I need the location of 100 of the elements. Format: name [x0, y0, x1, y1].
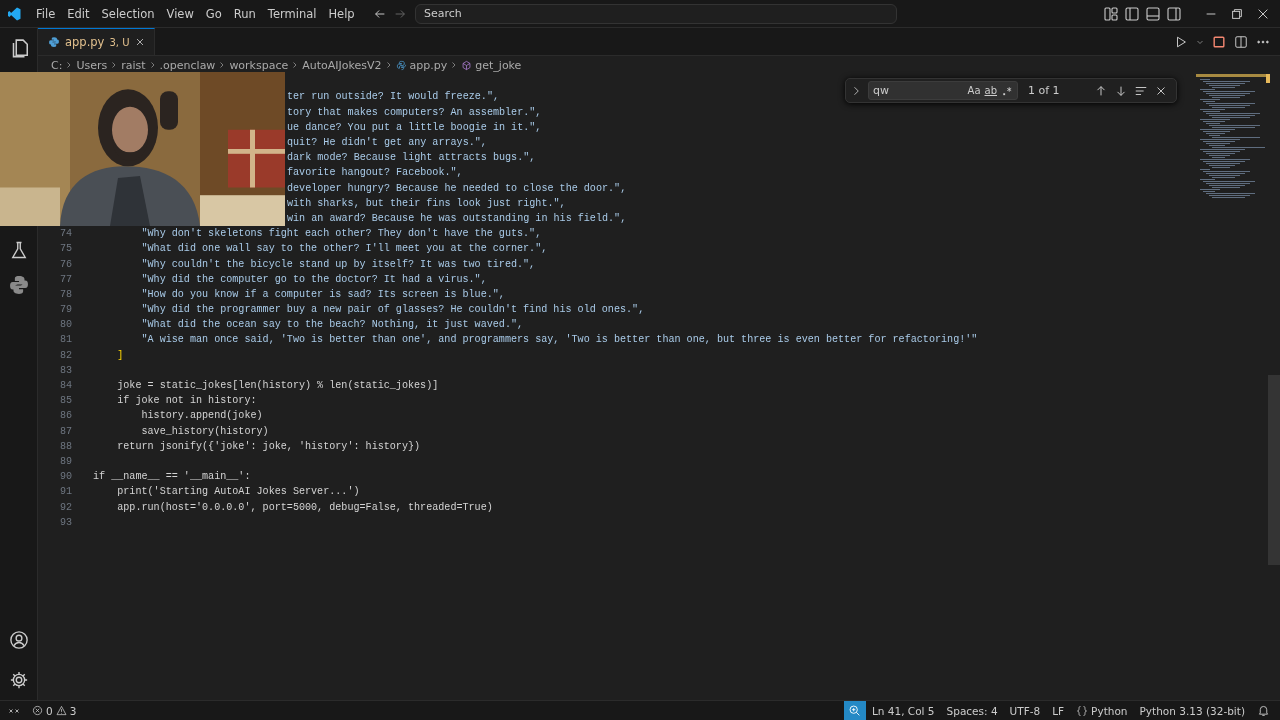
menu-item[interactable]: Edit	[61, 3, 96, 24]
menu-item[interactable]: Run	[227, 3, 262, 24]
status-item[interactable]: UTF-8	[1003, 704, 1047, 717]
settings-icon[interactable]	[8, 670, 29, 690]
line-number: 90	[58, 471, 72, 483]
code-line: app.run(host='0.0.0.0', port=5000, debug=False, threaded=True)	[116, 501, 493, 513]
zoom-in-icon	[848, 704, 862, 717]
breadcrumb-item[interactable]: raist	[121, 58, 146, 72]
stop-icon[interactable]	[1212, 34, 1226, 49]
code-line: "What did one wall say to the other? I'll meet you at the corner.",	[140, 243, 548, 255]
right-panel-icon[interactable]	[1166, 5, 1182, 22]
breadcrumb-item[interactable]: .openclaw	[159, 58, 216, 72]
line-number: 85	[58, 395, 72, 407]
line-number: 80	[58, 319, 72, 331]
menu-item[interactable]: Selection	[95, 3, 161, 24]
breadcrumb-item[interactable]: AutoAIJokesV2	[302, 58, 382, 72]
line-number: 78	[58, 288, 72, 300]
bottom-panel-icon[interactable]	[1145, 5, 1161, 22]
minimap-drawing[interactable]	[1196, 74, 1270, 198]
cube-icon	[461, 59, 473, 71]
menu-item[interactable]: Terminal	[261, 3, 323, 24]
code-line: "Why don't skeletons fight each other? They don't have the guts.",	[140, 228, 542, 240]
arrow-up-icon[interactable]	[1094, 83, 1108, 98]
code-line: "How do you know if a computer is sad? Its screen is blue.",	[140, 288, 505, 300]
status-item[interactable]: LF	[1046, 704, 1071, 717]
code-line: print('Starting AutoAI Jokes Server...')	[116, 486, 360, 498]
menu-item[interactable]: Go	[199, 3, 228, 24]
line-number: 88	[58, 440, 72, 452]
code-line: "Why couldn't the bicycle stand up by itself? It was two tired.",	[140, 258, 536, 270]
status-item[interactable]: Ln 41, Col 5	[866, 704, 941, 717]
left-panel-icon[interactable]	[1124, 5, 1140, 22]
code-line: quit? He didn't get any arrays.",	[286, 137, 487, 149]
code-line: if joke not in history:	[116, 395, 257, 407]
code-line: ue dance? You put a little boogie in it.",	[286, 121, 542, 133]
line-number: 82	[58, 349, 72, 361]
restore-icon[interactable]	[1230, 6, 1244, 21]
problems-indicator[interactable]: 0 3	[26, 704, 83, 717]
code-line: "Why did the computer go to the doctor? It had a virus.",	[140, 273, 487, 285]
code-line: developer hungry? Because he needed to close the door.",	[286, 182, 627, 194]
line-number: 76	[58, 258, 72, 270]
error-icon	[32, 705, 43, 716]
code-line: if __name__ == '__main__':	[93, 471, 251, 483]
breadcrumb-item[interactable]: get_joke	[475, 58, 522, 72]
bell-icon[interactable]	[1257, 704, 1270, 717]
app-logo-icon	[6, 5, 22, 22]
code-line: "What did the ocean say to the beach? Nothing, it just waved.",	[140, 319, 524, 331]
find-field[interactable]: qw Aa ab	[868, 81, 1018, 100]
code-line: "Why did the programmer buy a new pair of glasses? He couldn't find his old ones.",	[140, 304, 645, 316]
code-line: ]	[116, 349, 124, 361]
editor-tab[interactable]: app.py 3, U	[38, 28, 156, 55]
breadcrumb-item[interactable]: Users	[76, 58, 108, 72]
line-number: 84	[58, 380, 72, 392]
code-line: tory that makes computers? An assembler.",	[286, 106, 542, 118]
line-number: 81	[58, 334, 72, 346]
split-editor-icon[interactable]	[1234, 34, 1248, 49]
breadcrumb-chevron-icon	[384, 60, 393, 70]
zoom-button[interactable]	[844, 701, 866, 720]
search-field[interactable]: Search	[415, 3, 897, 24]
code-line: favorite hangout? Facebook.",	[286, 167, 463, 179]
line-number: 92	[58, 501, 72, 513]
line-number: 93	[58, 516, 72, 528]
code-line: with sharks, but their fins look just right.",	[286, 197, 566, 209]
layout-icon[interactable]	[1103, 5, 1119, 22]
menu-item[interactable]: File	[30, 3, 62, 24]
breadcrumb-item[interactable]: app.py	[409, 58, 448, 72]
line-number: 79	[58, 304, 72, 316]
line-number: 89	[58, 456, 72, 467]
status-item[interactable]: Spaces: 4	[940, 704, 1004, 717]
line-number: 77	[58, 273, 72, 285]
problem-count: 3, U	[109, 36, 130, 48]
breadcrumb-item[interactable]: workspace	[229, 58, 289, 72]
account-icon[interactable]	[8, 630, 29, 650]
breadcrumb-item[interactable]: C:	[51, 58, 63, 72]
match-count: 1 of 1	[1028, 84, 1060, 97]
line-number: 87	[58, 425, 72, 437]
status-item[interactable]: Python 3.13 (32-bit)	[1133, 704, 1251, 717]
code-line: return jsonify({'joke': joke, 'history': history})	[116, 440, 421, 452]
run-icon[interactable]	[1174, 34, 1188, 49]
match-case-toggle[interactable]: Aa	[967, 85, 981, 96]
language-mode[interactable]: Python	[1070, 704, 1134, 717]
line-number: 91	[58, 486, 72, 498]
breadcrumb-chevron-icon	[148, 60, 157, 70]
code-line: history.append(joke)	[140, 410, 263, 422]
line-number: 86	[58, 410, 72, 422]
code-line: "A wise man once said, 'Two is better than one', and programmers say, 'Two is better than one, but three is even better for refactoring!'"	[140, 334, 978, 346]
code-line: dark mode? Because light attracts bugs.",	[286, 152, 536, 164]
code-line: win an award? Because he was outstanding in his field.",	[286, 213, 627, 224]
line-number: 74	[58, 228, 72, 240]
warning-icon	[55, 705, 67, 716]
tab-label: app.py	[65, 35, 105, 49]
code-line: save_history(history)	[140, 425, 269, 437]
menu-item[interactable]: Help	[322, 3, 361, 24]
whole-word-toggle[interactable]: ab	[984, 85, 997, 96]
menu-item[interactable]: View	[160, 3, 200, 24]
python-icon	[48, 36, 60, 48]
regex-icon[interactable]	[1001, 84, 1013, 97]
line-number: 75	[58, 243, 72, 255]
code-line: ter run outside? It would freeze.",	[286, 91, 499, 103]
python-icon[interactable]	[7, 274, 30, 296]
python-icon	[395, 59, 407, 71]
